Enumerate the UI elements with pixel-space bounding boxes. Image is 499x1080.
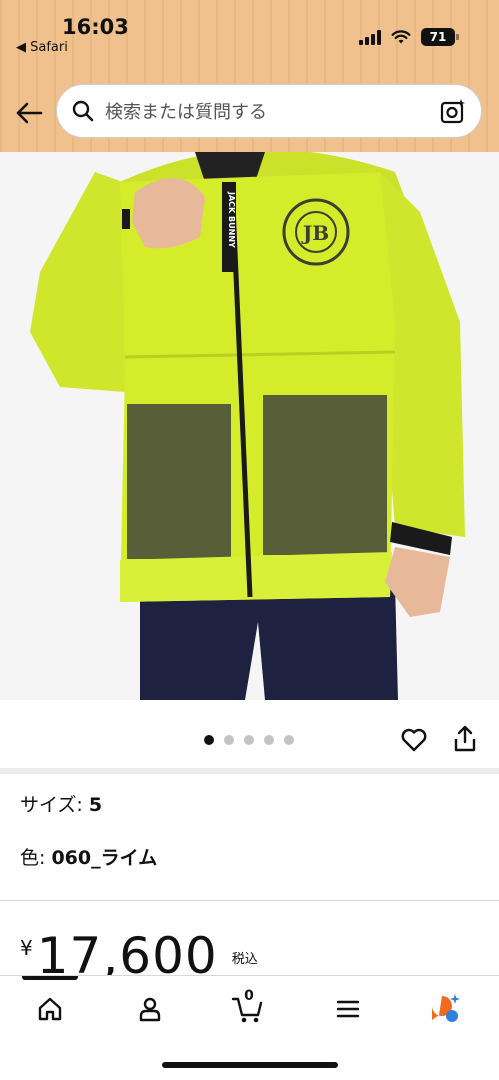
nav-cart[interactable]: 0: [231, 988, 265, 1026]
brand-tape-text: JACK BUNNY: [227, 191, 236, 248]
price-divider: [0, 900, 499, 901]
bottom-navigation: 0: [0, 975, 499, 1080]
nav-account[interactable]: [133, 992, 167, 1026]
search-icon: [72, 100, 94, 122]
active-tab-indicator: [22, 976, 78, 980]
color-attribute[interactable]: 色: 060_ライム: [20, 843, 157, 870]
home-icon: [38, 997, 62, 1021]
size-value: 5: [88, 794, 103, 816]
carousel-dot-5[interactable]: [284, 735, 294, 745]
status-indicators: 71: [359, 28, 459, 46]
logo-monogram: JB: [301, 221, 329, 245]
battery-indicator: 71: [421, 28, 459, 46]
app-screen: 16:03 ◀ Safari 71 検索または質問する JACK BUNNY J…: [0, 0, 499, 1080]
search-input[interactable]: 検索または質問する: [105, 98, 439, 124]
jacket-illustration: JACK BUNNY JB: [30, 152, 465, 700]
nav-home[interactable]: [33, 992, 67, 1026]
wifi-icon: [391, 30, 411, 44]
menu-icon: [336, 1000, 360, 1018]
cellular-signal-icon: [359, 29, 381, 45]
camera-search-icon[interactable]: [439, 97, 467, 125]
heart-icon[interactable]: [400, 726, 428, 754]
carousel-dot-3[interactable]: [244, 735, 254, 745]
cart-count-badge: 0: [244, 988, 254, 1004]
price-currency: ¥: [20, 936, 33, 960]
size-attribute[interactable]: サイズ: 5: [20, 790, 102, 817]
account-icon: [139, 997, 161, 1022]
carousel-dot-1[interactable]: [204, 735, 214, 745]
back-arrow-icon[interactable]: [14, 98, 44, 128]
color-label: 色:: [20, 847, 52, 869]
carousel-dot-2[interactable]: [224, 735, 234, 745]
header: 16:03 ◀ Safari 71 検索または質問する: [0, 0, 499, 152]
nav-ai-assistant[interactable]: [428, 992, 462, 1026]
ai-assistant-icon: [432, 994, 460, 1022]
carousel-dot-4[interactable]: [264, 735, 274, 745]
color-value: 060_ライム: [51, 847, 158, 869]
share-icon[interactable]: [452, 724, 478, 754]
price-tax-label: 税込: [231, 952, 258, 967]
home-indicator: [162, 1062, 338, 1068]
size-label: サイズ:: [20, 794, 89, 816]
carousel-dots[interactable]: [204, 735, 294, 745]
image-carousel-controls: [0, 700, 499, 770]
section-divider: [0, 768, 499, 774]
status-time: 16:03: [62, 15, 129, 39]
search-bar[interactable]: 検索または質問する: [56, 84, 482, 138]
back-to-safari-link[interactable]: ◀ Safari: [16, 40, 68, 55]
product-image[interactable]: JACK BUNNY JB: [0, 152, 499, 700]
nav-menu[interactable]: [331, 992, 365, 1026]
